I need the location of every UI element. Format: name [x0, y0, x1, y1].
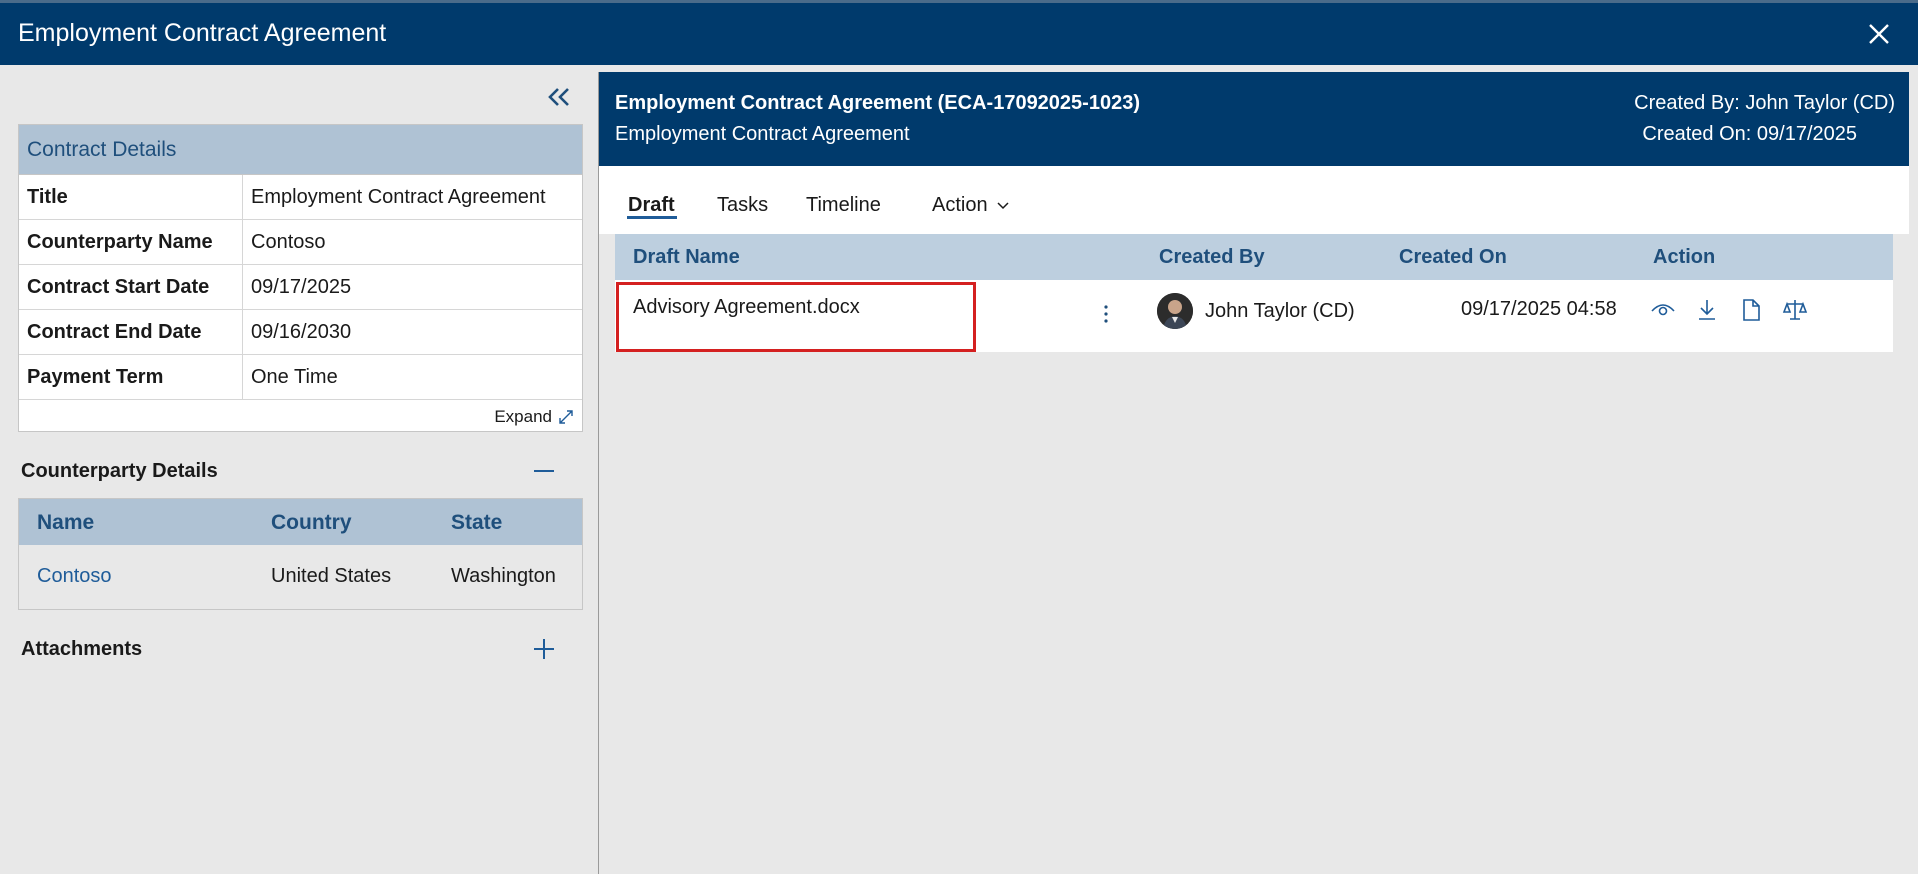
detail-row-end-date: Contract End Date 09/16/2030	[19, 310, 582, 355]
draft-name[interactable]: Advisory Agreement.docx	[633, 296, 860, 319]
detail-value: Contoso	[251, 231, 326, 253]
active-tab-indicator	[627, 216, 677, 219]
attachments-title: Attachments	[21, 638, 143, 660]
detail-value: Employment Contract Agreement	[251, 186, 546, 208]
draft-created-on: 09/17/2025 04:58	[1461, 298, 1617, 320]
tab-tasks[interactable]: Tasks	[717, 194, 768, 217]
contract-title: Employment Contract Agreement (ECA-17092…	[615, 92, 1140, 114]
counterparty-details-title: Counterparty Details	[21, 460, 218, 482]
detail-value: 09/17/2025	[251, 276, 352, 298]
contract-header: Employment Contract Agreement (ECA-17092…	[599, 72, 1909, 166]
more-vertical-icon[interactable]	[1101, 302, 1111, 326]
table-row: Contoso United States Washington	[19, 545, 582, 611]
download-icon[interactable]	[1693, 296, 1721, 324]
tab-action[interactable]: Action	[932, 194, 1010, 217]
plus-icon[interactable]	[530, 635, 558, 663]
detail-row-title: Title Employment Contract Agreement	[19, 175, 582, 220]
detail-label: Payment Term	[19, 355, 243, 399]
created-on-info: Created On: 09/17/2025	[1642, 123, 1857, 145]
table-row: Advisory Agreement.docx John Taylor (CD)…	[615, 280, 1893, 352]
column-header-created-on: Created On	[1399, 246, 1507, 268]
tab-bar: Draft Tasks Timeline Action	[599, 166, 1909, 234]
counterparty-table: Name Country State Contoso United States…	[18, 498, 583, 610]
column-header-state: State	[451, 511, 503, 534]
close-icon[interactable]	[1866, 21, 1892, 47]
column-header-created-by: Created By	[1159, 246, 1265, 268]
detail-row-start-date: Contract Start Date 09/17/2025	[19, 265, 582, 310]
scales-icon[interactable]	[1781, 296, 1809, 324]
column-header-draft-name: Draft Name	[633, 246, 740, 268]
tab-draft[interactable]: Draft	[628, 194, 675, 217]
contract-details-header: Contract Details	[19, 125, 582, 175]
tab-action-label: Action	[932, 194, 988, 216]
draft-table-header: Draft Name Created By Created On Action	[615, 234, 1893, 280]
expand-label: Expand	[494, 407, 552, 426]
draft-created-by: John Taylor (CD)	[1205, 300, 1355, 322]
detail-row-counterparty: Counterparty Name Contoso	[19, 220, 582, 265]
eye-icon[interactable]	[1649, 296, 1677, 324]
chevron-down-icon	[997, 201, 1009, 209]
counterparty-name-link[interactable]: Contoso	[37, 565, 112, 588]
document-icon[interactable]	[1737, 296, 1765, 324]
window-title: Employment Contract Agreement	[18, 19, 387, 47]
window-titlebar: Employment Contract Agreement	[0, 0, 1918, 65]
tab-timeline[interactable]: Timeline	[806, 194, 881, 217]
detail-label: Contract End Date	[19, 310, 243, 354]
avatar	[1157, 293, 1193, 329]
column-header-action: Action	[1653, 246, 1716, 268]
detail-label: Contract Start Date	[19, 265, 243, 309]
counterparty-table-header: Name Country State	[19, 499, 582, 545]
detail-value: 09/16/2030	[251, 321, 352, 343]
contract-panel: Employment Contract Agreement (ECA-17092…	[598, 72, 1909, 874]
created-by-info: Created By: John Taylor (CD)	[1634, 92, 1895, 114]
expand-link[interactable]: Expand	[494, 407, 574, 427]
detail-row-payment-term: Payment Term One Time	[19, 355, 582, 400]
detail-label: Counterparty Name	[19, 220, 243, 264]
contract-subtitle: Employment Contract Agreement	[615, 123, 910, 145]
detail-label: Title	[19, 175, 243, 219]
draft-table: Draft Name Created By Created On Action …	[615, 234, 1893, 352]
counterparty-state: Washington	[451, 565, 556, 587]
column-header-name: Name	[37, 511, 95, 534]
expand-icon	[559, 410, 573, 424]
counterparty-country: United States	[271, 565, 392, 587]
contract-details-card: Contract Details Title Employment Contra…	[18, 124, 583, 432]
column-header-country: Country	[271, 511, 352, 534]
double-chevron-left-icon[interactable]	[544, 82, 574, 112]
minus-icon[interactable]	[530, 457, 558, 485]
detail-value: One Time	[251, 366, 338, 388]
